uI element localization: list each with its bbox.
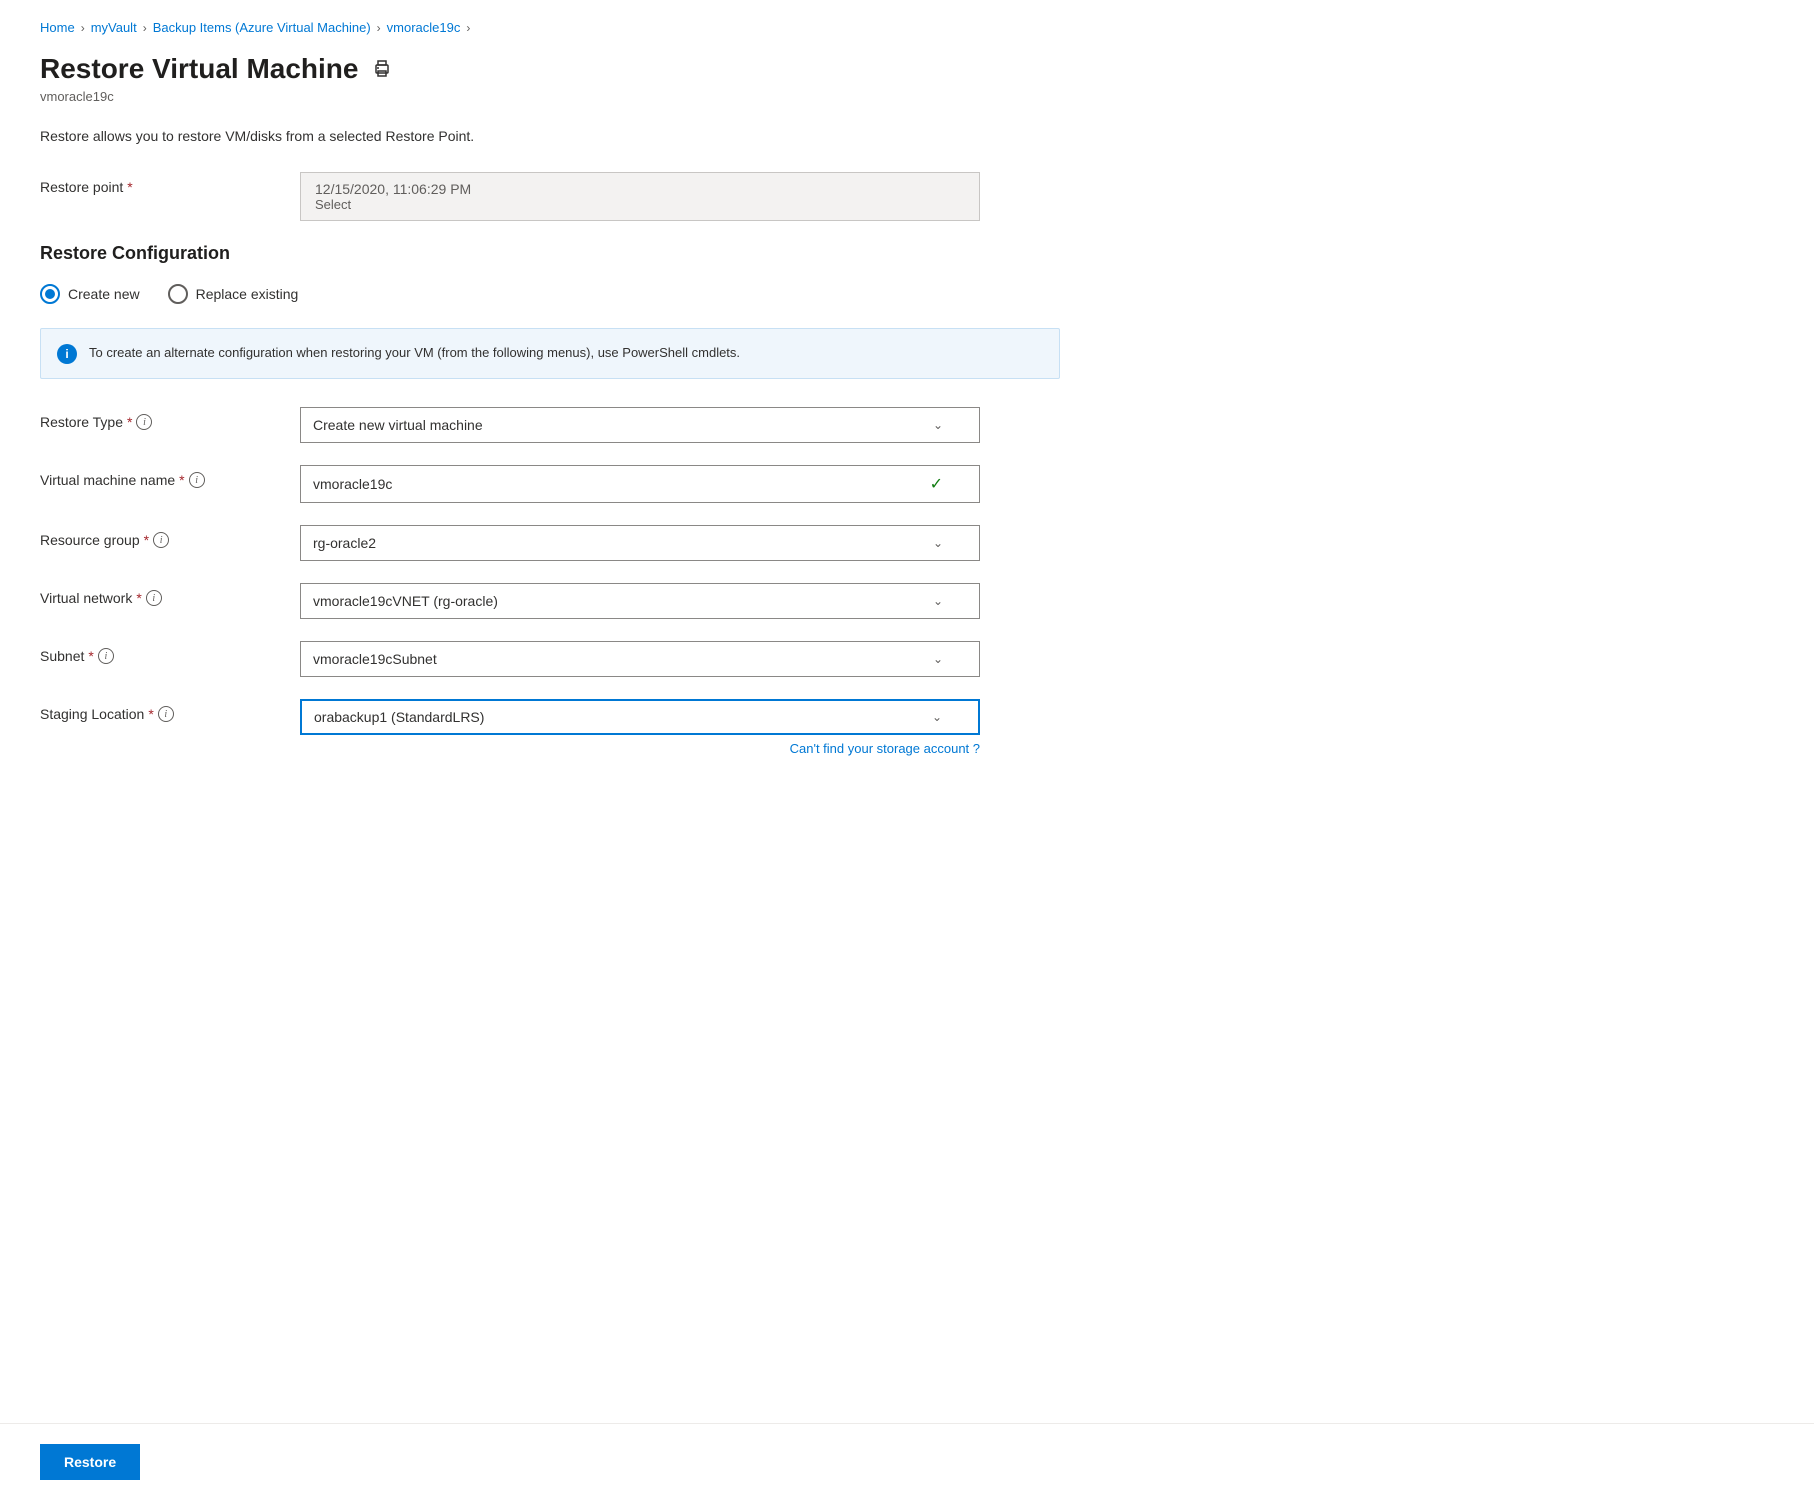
resource-group-dropdown[interactable]: rg-oracle2 ⌄ — [300, 525, 980, 561]
vm-name-required: * — [179, 472, 184, 488]
page-description: Restore allows you to restore VM/disks f… — [40, 128, 1060, 144]
subnet-dropdown[interactable]: vmoracle19cSubnet ⌄ — [300, 641, 980, 677]
virtual-network-control: vmoracle19cVNET (rg-oracle) ⌄ — [300, 583, 980, 619]
resource-group-required: * — [144, 532, 149, 548]
resource-group-info-icon[interactable]: i — [153, 532, 169, 548]
breadcrumb-sep-3: › — [377, 21, 381, 35]
radio-create-new[interactable]: Create new — [40, 284, 140, 304]
info-banner: i To create an alternate configuration w… — [40, 328, 1060, 379]
resource-group-dropdown-wrapper: rg-oracle2 ⌄ — [300, 525, 980, 561]
restore-type-dropdown-wrapper: Create new virtual machine ⌄ — [300, 407, 980, 443]
breadcrumb-sep-2: › — [143, 21, 147, 35]
restore-type-dropdown[interactable]: Create new virtual machine ⌄ — [300, 407, 980, 443]
staging-location-label: Staging Location * i — [40, 699, 300, 722]
info-banner-text: To create an alternate configuration whe… — [89, 343, 740, 363]
subnet-chevron-icon: ⌄ — [933, 652, 943, 666]
restore-point-control: 12/15/2020, 11:06:29 PM Select — [300, 172, 980, 221]
restore-type-info-icon[interactable]: i — [136, 414, 152, 430]
breadcrumb-sep-1: › — [81, 21, 85, 35]
vm-name-control: vmoracle19c ✓ — [300, 465, 980, 503]
subnet-dropdown-wrapper: vmoracle19cSubnet ⌄ — [300, 641, 980, 677]
breadcrumb-home[interactable]: Home — [40, 20, 75, 35]
info-banner-icon: i — [57, 344, 77, 364]
vm-name-info-icon[interactable]: i — [189, 472, 205, 488]
breadcrumb-sep-4: › — [466, 21, 470, 35]
restore-type-radio-group: Create new Replace existing — [40, 284, 1060, 304]
staging-location-chevron-icon: ⌄ — [932, 710, 942, 724]
virtual-network-info-icon[interactable]: i — [146, 590, 162, 606]
staging-location-dropdown[interactable]: orabackup1 (StandardLRS) ⌄ — [300, 699, 980, 735]
staging-location-required: * — [148, 706, 153, 722]
restore-point-date: 12/15/2020, 11:06:29 PM — [315, 181, 965, 197]
resource-group-row: Resource group * i rg-oracle2 ⌄ — [40, 525, 1060, 561]
subnet-label: Subnet * i — [40, 641, 300, 664]
subnet-required: * — [88, 648, 93, 664]
resource-group-label: Resource group * i — [40, 525, 300, 548]
breadcrumb-vm[interactable]: vmoracle19c — [387, 20, 461, 35]
restore-type-row: Restore Type * i Create new virtual mach… — [40, 407, 1060, 443]
breadcrumb-backup-items[interactable]: Backup Items (Azure Virtual Machine) — [153, 20, 371, 35]
subnet-row: Subnet * i vmoracle19cSubnet ⌄ — [40, 641, 1060, 677]
restore-point-required: * — [127, 179, 132, 195]
virtual-network-label: Virtual network * i — [40, 583, 300, 606]
restore-type-required: * — [127, 414, 132, 430]
radio-create-new-circle — [40, 284, 60, 304]
vm-name-input-display[interactable]: vmoracle19c ✓ — [300, 465, 980, 503]
radio-replace-existing-circle — [168, 284, 188, 304]
radio-create-new-label: Create new — [68, 286, 140, 302]
resource-group-chevron-icon: ⌄ — [933, 536, 943, 550]
restore-config-title: Restore Configuration — [40, 243, 1060, 264]
radio-replace-existing-label: Replace existing — [196, 286, 299, 302]
restore-point-row: Restore point * 12/15/2020, 11:06:29 PM … — [40, 172, 1060, 221]
breadcrumb-vault[interactable]: myVault — [91, 20, 137, 35]
virtual-network-row: Virtual network * i vmoracle19cVNET (rg-… — [40, 583, 1060, 619]
cant-find-storage-link[interactable]: Can't find your storage account ? — [300, 741, 980, 756]
footer: Restore — [0, 1423, 1814, 1500]
breadcrumb: Home › myVault › Backup Items (Azure Vir… — [40, 20, 1060, 35]
resource-group-control: rg-oracle2 ⌄ — [300, 525, 980, 561]
virtual-network-dropdown[interactable]: vmoracle19cVNET (rg-oracle) ⌄ — [300, 583, 980, 619]
staging-location-dropdown-wrapper: orabackup1 (StandardLRS) ⌄ — [300, 699, 980, 735]
staging-location-info-icon[interactable]: i — [158, 706, 174, 722]
print-icon[interactable] — [372, 59, 392, 79]
restore-type-control: Create new virtual machine ⌄ — [300, 407, 980, 443]
restore-type-chevron-icon: ⌄ — [933, 418, 943, 432]
virtual-network-dropdown-wrapper: vmoracle19cVNET (rg-oracle) ⌄ — [300, 583, 980, 619]
page-title: Restore Virtual Machine — [40, 53, 358, 85]
virtual-network-required: * — [136, 590, 141, 606]
restore-point-select-link[interactable]: Select — [315, 197, 965, 212]
subnet-info-icon[interactable]: i — [98, 648, 114, 664]
radio-replace-existing[interactable]: Replace existing — [168, 284, 299, 304]
staging-location-control: orabackup1 (StandardLRS) ⌄ Can't find yo… — [300, 699, 980, 756]
staging-location-row: Staging Location * i orabackup1 (Standar… — [40, 699, 1060, 756]
vm-name-check-icon: ✓ — [930, 474, 943, 494]
virtual-network-chevron-icon: ⌄ — [933, 594, 943, 608]
restore-type-label: Restore Type * i — [40, 407, 300, 430]
vm-name-row: Virtual machine name * i vmoracle19c ✓ — [40, 465, 1060, 503]
page-subtitle: vmoracle19c — [40, 89, 1060, 104]
restore-point-label: Restore point * — [40, 172, 300, 195]
vm-name-label: Virtual machine name * i — [40, 465, 300, 488]
restore-point-box[interactable]: 12/15/2020, 11:06:29 PM Select — [300, 172, 980, 221]
restore-button[interactable]: Restore — [40, 1444, 140, 1480]
subnet-control: vmoracle19cSubnet ⌄ — [300, 641, 980, 677]
